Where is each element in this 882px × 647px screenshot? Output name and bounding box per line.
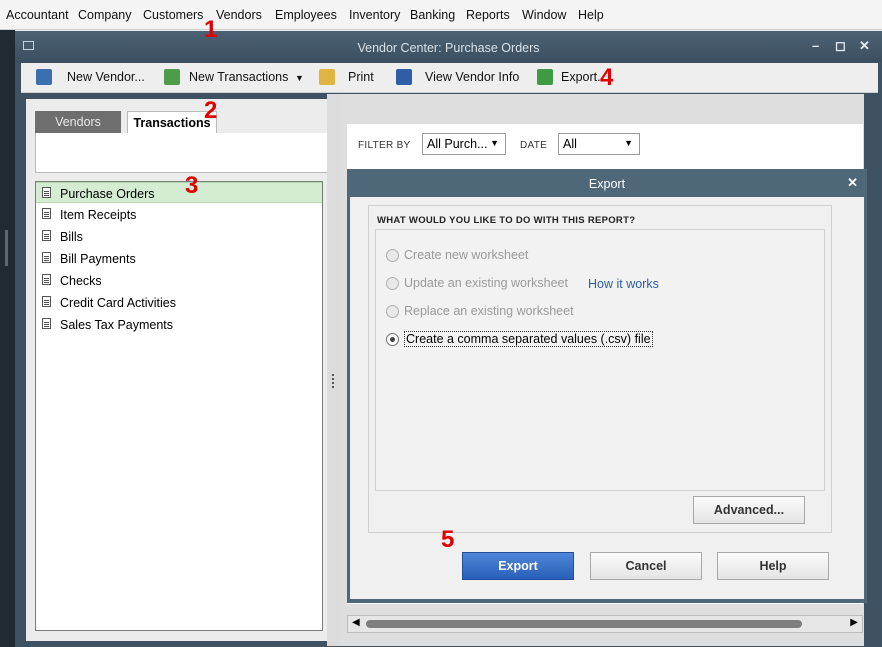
radio-replace-existing-worksheet[interactable] [386,305,399,318]
export-question: WHAT WOULD YOU LIKE TO DO WITH THIS REPO… [377,215,636,226]
tab-content-header [35,133,331,173]
dialog-close-icon[interactable]: ✕ [847,175,858,191]
view-vendor-info-button[interactable]: View Vendor Info [425,70,519,84]
menu-vendors[interactable]: Vendors [216,8,262,22]
strip-marker [5,230,8,266]
dialog-title-bar[interactable]: Export ✕ [347,169,867,197]
toolbar: New Vendor... New Transactions ▼ Print V… [21,63,878,93]
menu-company[interactable]: Company [78,8,132,22]
document-icon [42,274,51,285]
radio-create-new-worksheet[interactable] [386,249,399,262]
splitter-grip-icon[interactable] [332,374,334,388]
list-item-checks[interactable]: Checks [36,270,322,291]
date-label: DATE [520,140,548,151]
dialog-help-button[interactable]: Help [717,552,829,580]
list-item-purchase-orders[interactable]: Purchase Orders [36,182,322,203]
printer-icon [319,69,335,85]
horizontal-scrollbar[interactable]: ◀ ▶ [347,615,863,633]
step-marker-3: 3 [185,172,199,199]
chevron-down-icon[interactable]: ▼ [295,73,304,83]
radio-update-existing-worksheet[interactable] [386,277,399,290]
menu-bar: Accountant Company Customers Vendors Emp… [0,0,882,30]
radio-create-csv-file[interactable] [386,333,399,346]
menu-banking[interactable]: Banking [410,8,455,22]
how-it-works-link[interactable]: How it works [588,277,659,291]
scrollbar-thumb[interactable] [366,620,802,628]
step-marker-5: 5 [441,526,455,553]
document-icon [42,230,51,241]
dialog-title: Export [588,177,626,191]
filter-bar: FILTER BY All Purch... ▼ DATE All ▼ [347,124,863,164]
list-item-credit-card-activities[interactable]: Credit Card Activities [36,292,322,313]
export-options-panel: Create new worksheet Update an existing … [375,229,825,491]
list-item-item-receipts[interactable]: Item Receipts [36,204,322,225]
print-button[interactable]: Print [348,70,374,84]
document-icon [42,252,51,263]
filter-by-label: FILTER BY [358,140,411,151]
maximize-icon[interactable]: ◻ [835,38,846,54]
chevron-down-icon: ▼ [490,138,499,148]
new-transactions-button[interactable]: New Transactions [189,70,288,84]
dialog-body: WHAT WOULD YOU LIKE TO DO WITH THIS REPO… [350,197,864,599]
export-dialog: Export ✕ WHAT WOULD YOU LIKE TO DO WITH … [347,169,867,603]
list-item-sales-tax-payments[interactable]: Sales Tax Payments [36,314,322,335]
new-vendor-button[interactable]: New Vendor... [67,70,145,84]
document-icon [42,296,51,307]
scroll-right-icon[interactable]: ▶ [850,617,858,628]
vendor-info-icon [396,69,412,85]
document-icon [42,208,51,219]
step-marker-1: 1 [204,16,218,43]
menu-accountant[interactable]: Accountant [6,8,69,22]
document-icon [42,318,51,329]
export-options-group: WHAT WOULD YOU LIKE TO DO WITH THIS REPO… [368,205,832,533]
menu-help[interactable]: Help [578,8,604,22]
spreadsheet-icon [537,69,553,85]
dialog-cancel-button[interactable]: Cancel [590,552,702,580]
step-marker-4: 4 [600,64,614,91]
menu-employees[interactable]: Employees [275,8,337,22]
list-item-bill-payments[interactable]: Bill Payments [36,248,322,269]
left-panel: Vendors Transactions Purchase Orders Ite… [21,94,337,646]
window-title: Vendor Center: Purchase Orders [357,41,540,55]
advanced-button[interactable]: Advanced... [693,496,805,524]
filter-by-value: All Purch... [427,137,488,151]
tab-vendors[interactable]: Vendors [35,111,121,133]
filter-by-dropdown[interactable]: All Purch... ▼ [422,133,506,155]
date-dropdown[interactable]: All ▼ [558,133,640,155]
document-icon [42,187,51,198]
menu-window[interactable]: Window [522,8,566,22]
list-item-bills[interactable]: Bills [36,226,322,247]
panel-splitter[interactable] [327,94,339,646]
chevron-down-icon: ▼ [624,138,633,148]
dialog-export-button[interactable]: Export [462,552,574,580]
vendor-card-icon [36,69,52,85]
window-title-bar[interactable]: Vendor Center: Purchase Orders – ◻ ✕ [15,31,882,62]
transaction-type-list: Purchase Orders Item Receipts Bills Bill… [35,181,323,631]
left-panel-inner: Vendors Transactions Purchase Orders Ite… [26,99,334,641]
new-transactions-icon [164,69,180,85]
minimize-icon[interactable]: – [812,38,819,53]
step-marker-2: 2 [204,97,218,124]
date-value: All [563,137,577,151]
scroll-left-icon[interactable]: ◀ [352,617,360,628]
background-strip [0,30,15,647]
close-icon[interactable]: ✕ [859,38,870,54]
menu-reports[interactable]: Reports [466,8,510,22]
menu-customers[interactable]: Customers [143,8,203,22]
menu-inventory[interactable]: Inventory [349,8,400,22]
